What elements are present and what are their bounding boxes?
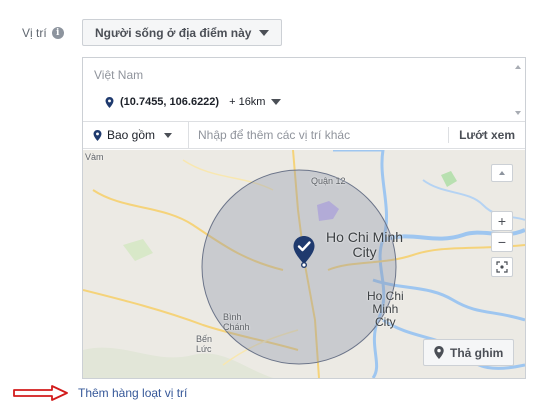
country-heading: Việt Nam xyxy=(94,68,144,82)
location-item[interactable]: (10.7455, 106.6222) + 16km xyxy=(105,96,282,108)
include-bar: Bao gồm Lướt xem xyxy=(83,121,525,149)
location-label-row: Vị trí i xyxy=(22,26,64,40)
map-pin-icon xyxy=(434,346,444,359)
map-label-binh-chanh: Bình Chánh xyxy=(223,312,250,332)
add-location-input[interactable] xyxy=(189,122,449,148)
locate-button[interactable] xyxy=(491,257,513,277)
map-pin-icon xyxy=(93,129,102,141)
location-list: Việt Nam (10.7455, 106.6222) + 16km xyxy=(83,58,525,121)
chevron-down-icon xyxy=(259,29,270,36)
map-label-hcm-city: Ho Chi Minh City xyxy=(326,229,404,260)
scroll-up-icon[interactable] xyxy=(515,65,521,69)
scroll-down-icon[interactable] xyxy=(515,111,521,115)
map-label-district12: Quận 12 xyxy=(311,176,346,186)
bulk-add-locations-link[interactable]: Thêm hàng loạt vị trí xyxy=(78,386,187,400)
location-list-scrollbar[interactable] xyxy=(511,58,525,121)
people-location-dropdown[interactable]: Người sống ở địa điểm này xyxy=(82,19,283,46)
info-icon[interactable]: i xyxy=(51,27,64,39)
red-arrow-icon xyxy=(13,385,68,401)
location-label: Vị trí xyxy=(22,26,47,40)
include-dropdown[interactable]: Bao gồm xyxy=(83,122,189,148)
map-pin-icon xyxy=(105,96,114,108)
browse-button[interactable]: Lướt xem xyxy=(448,127,525,143)
chevron-up-icon xyxy=(499,171,505,175)
map-scroll-up-button[interactable] xyxy=(491,164,513,182)
map-label-hcm-city-2: Ho Chi Minh City xyxy=(367,289,404,329)
map-marker-icon[interactable] xyxy=(293,236,315,268)
bulk-add-row: Thêm hàng loạt vị trí xyxy=(12,385,187,401)
radius-selector[interactable]: + 16km xyxy=(229,96,265,108)
drop-pin-button[interactable]: Thả ghim xyxy=(423,339,515,366)
people-dropdown-label: Người sống ở địa điểm này xyxy=(95,25,252,40)
map-view[interactable]: Vàm Quận 12 Ho Chi Minh City Ho Chi Minh… xyxy=(83,150,525,378)
radius-chevron-down-icon[interactable] xyxy=(271,99,282,105)
include-label: Bao gồm xyxy=(107,128,156,142)
locate-icon xyxy=(496,261,508,273)
location-coordinates: (10.7455, 106.6222) xyxy=(120,96,220,108)
drop-pin-label: Thả ghim xyxy=(450,345,504,360)
location-panel: Việt Nam (10.7455, 106.6222) + 16km Bao … xyxy=(82,57,526,379)
map-label-vam: Vàm xyxy=(85,152,104,162)
map-label-ben-luc: Bến Lức xyxy=(196,334,213,354)
chevron-down-icon xyxy=(164,132,173,138)
zoom-in-button[interactable]: + xyxy=(491,211,513,231)
zoom-out-button[interactable]: − xyxy=(491,232,513,252)
